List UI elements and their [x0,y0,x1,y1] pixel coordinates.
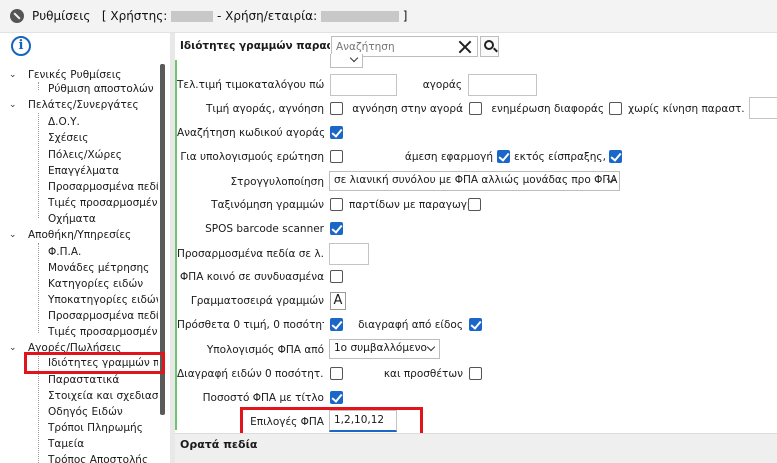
vat-pct-title-label: Ποσοστό ΦΠΑ με τίτλο [202,392,324,404]
price-list-label: Τελ.τιμή τιμοκαταλόγου πώ... [177,79,324,91]
tree-item[interactable]: Οχήματα [48,212,158,226]
clear-search-icon[interactable] [457,39,473,55]
batches-label: παρτίδων με παραγωγή [349,199,469,211]
purchase-price-ignore-checkbox[interactable] [330,102,343,115]
immediate-apply-label: άμεση εφαρμογή [404,151,493,163]
vat-calc-select[interactable]: 1ο συμβαλλόμενο [329,339,440,359]
tree-item[interactable]: Υποκατηγορίες ειδών [48,293,158,307]
spos-checkbox[interactable] [330,222,343,235]
tree-item[interactable]: Παραστατικά [48,373,158,387]
window-title-suffix: ] [398,9,408,23]
custom-fields-label: Προσαρμοσμένα πεδία σε λ... [177,248,324,260]
tree-item[interactable]: Οδηγός Ειδών [48,405,158,419]
tree-item[interactable]: Τιμές προσαρμοσμένο [48,196,158,210]
tree-item[interactable]: Τιμές προσαρμοσμένο [48,325,158,339]
ignore-in-purchase-checkbox[interactable] [469,102,482,115]
no-move-label: χωρίς κίνηση παραστ... [628,103,744,115]
settings-app-icon [10,9,24,23]
tree-connector [38,82,39,90]
vat-calc-value: 1ο συμβαλλόμενο [334,342,427,354]
vat-pct-title-checkbox[interactable] [330,391,343,404]
redacted-company [320,10,399,22]
purchase-price-ignore-label: Τιμή αγοράς, αγνόηση [205,103,324,115]
font-picker-button[interactable]: A [330,292,346,310]
tree-group-warehouse[interactable]: Αποθήκη/Υπηρεσίες [28,228,158,242]
chevron-down-icon [426,342,436,352]
tree-item[interactable]: Στοιχεία και σχεδιασμό [48,389,158,403]
tree-item[interactable]: Τρόποι Πληρωμής [48,421,158,435]
common-vat-checkbox[interactable] [330,270,343,283]
tree-item[interactable]: Επαγγέλματα [48,164,158,178]
tree-item[interactable]: Δ.Ο.Υ. [48,115,158,129]
tree-connector [38,243,39,333]
window-title-middle: - Χρήση/εταιρία: [213,9,321,23]
collapse-icon[interactable]: ⌄ [9,68,17,82]
no-move-input[interactable] [749,97,777,119]
price-list-input[interactable] [330,74,397,96]
delete-zero-checkbox[interactable] [330,367,343,380]
tree-item[interactable]: Προσαρμοσμένα πεδί [48,309,158,323]
title-bar: Ρυθμίσεις [ Χρήστης: - Χρήση/εταιρία: ] [0,0,777,33]
redacted-user [171,10,214,22]
tree-item[interactable]: Σχέσεις [48,131,158,145]
search-icon-handle [493,47,498,53]
tree-group-general[interactable]: Γενικές Ρυθμίσεις [28,68,158,82]
section-bar [175,433,777,463]
spos-label: SPOS barcode scanner [205,223,324,235]
delete-from-item-checkbox[interactable] [469,318,482,331]
calc-question-checkbox[interactable] [330,150,343,163]
search-button[interactable] [480,36,499,57]
calc-question-label: Για υπολογισμούς ερώτηση [180,151,324,163]
extra-zero-checkbox[interactable] [330,318,343,331]
tree-item[interactable]: Τρόπος Αποστολής [48,453,158,463]
collapse-icon[interactable]: ⌄ [9,98,17,112]
ignore-in-purchase-label: αγνόηση στην αγορά [352,103,463,115]
tree-item[interactable]: Φ.Π.Α. [48,245,158,259]
info-icon[interactable]: i [11,36,31,56]
search-code-checkbox[interactable] [330,126,343,139]
rounding-label: Στρογγυλοποίηση [230,176,324,188]
and-extras-checkbox[interactable] [469,367,482,380]
update-diff-label: ενημέρωση διαφοράς [491,103,604,115]
highlight-box [24,352,165,374]
except-collection-label: εκτός είσπραξης, πλη... [514,151,610,163]
tree-item[interactable]: Μονάδες μέτρησης [48,261,158,275]
collapse-icon[interactable]: ⌄ [9,341,17,355]
tree-connector [38,113,39,218]
rounding-select[interactable]: σε λιανική συνόλου με ΦΠΑ αλλιώς μονάδας… [329,171,620,191]
purchase-label: αγοράς [422,79,462,91]
delete-zero-label: Διαγραφή ειδών 0 ποσότητ... [177,368,324,380]
collapse-icon[interactable]: ⌄ [9,228,17,242]
purchase-input[interactable] [468,74,537,96]
tree-item[interactable]: Ταμεία [48,437,158,451]
search-code-label: Αναζήτηση κωδικού αγοράς [177,127,324,139]
tree-item[interactable]: Προσαρμοσμένα πεδί [48,180,158,194]
except-collection-checkbox[interactable] [609,150,622,163]
tree-item-shipping-settings[interactable]: Ρύθμιση αποστολών [48,82,158,96]
common-vat-label: ΦΠΑ κοινό σε συνδυασμένα [180,271,324,283]
tree-item[interactable]: Κατηγορίες ειδών [48,277,158,291]
batches-checkbox[interactable] [468,198,481,211]
font-label: Γραμματοσειρά γραμμών [190,295,324,307]
sidebar-tree: ⌄ Γενικές Ρυθμίσεις Ρύθμιση αποστολών ⌄ … [0,64,165,463]
tree-group-customers[interactable]: Πελάτες/Συνεργάτες [28,98,158,112]
panel-title: Ιδιότητες γραμμών παρασ... [180,40,330,52]
tree-item[interactable]: Πόλεις/Χώρες [48,148,158,162]
rounding-value: σε λιανική συνόλου με ΦΠΑ αλλιώς μονάδας… [334,174,618,186]
partial-dropdown[interactable] [330,54,363,68]
immediate-apply-checkbox[interactable] [497,150,510,163]
sort-lines-checkbox[interactable] [330,198,343,211]
delete-from-item-label: διαγραφή από είδος [358,319,463,331]
vat-calc-label: Υπολογισμός ΦΠΑ από [206,344,324,356]
extra-zero-label: Πρόσθετα 0 τιμή, 0 ποσότητα [177,319,324,331]
section-visible-fields: Ορατά πεδία [180,438,258,451]
update-diff-checkbox[interactable] [609,102,622,115]
and-extras-label: και προσθέτων [383,368,463,380]
custom-fields-input[interactable] [329,243,369,265]
window-title-prefix: Ρυθμίσεις [ Χρήστης: [32,9,172,23]
sort-lines-label: Ταξινόμηση γραμμών [211,199,324,211]
